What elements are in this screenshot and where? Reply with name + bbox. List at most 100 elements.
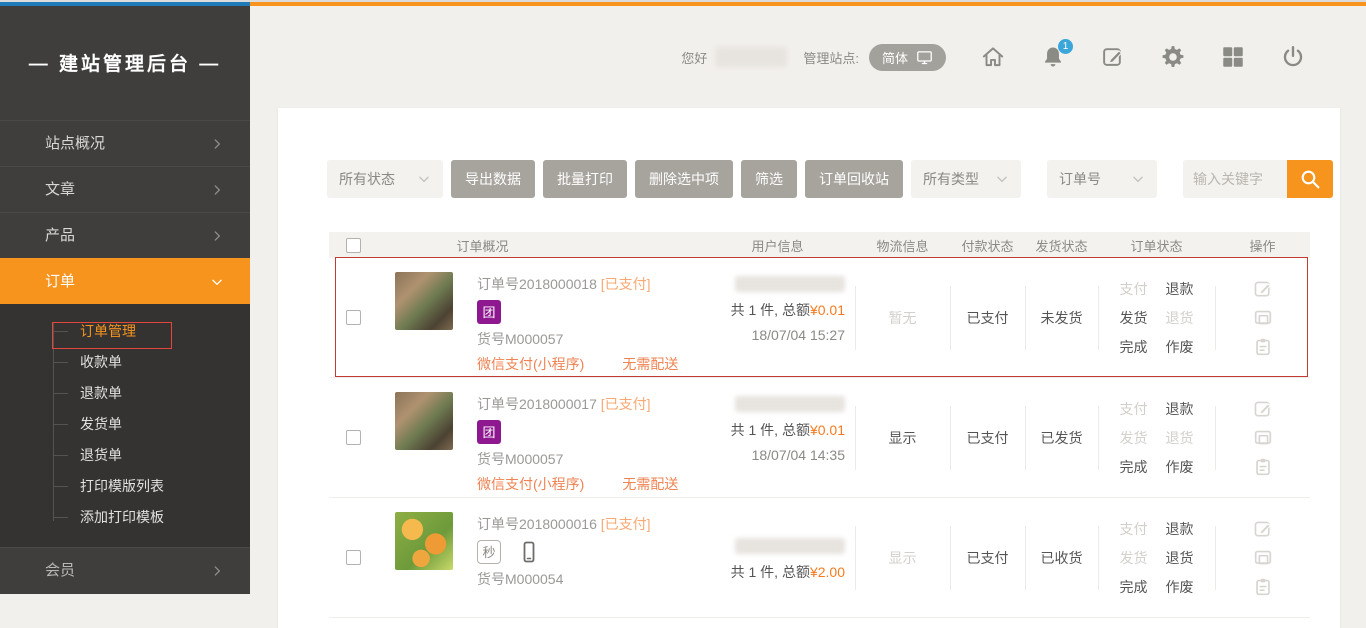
order-time: 18/07/04 14:35 (752, 443, 845, 468)
delivery-note: 无需配送 (622, 476, 678, 492)
home-icon[interactable] (980, 44, 1006, 70)
monitor-icon (916, 49, 933, 66)
submenu-item-return-orders[interactable]: 退货单 (0, 440, 250, 471)
search-field-dropdown[interactable]: 订单号 (1047, 160, 1157, 198)
submenu-item-refund-orders[interactable]: 退款单 (0, 378, 250, 409)
row-checkbox[interactable] (346, 550, 361, 565)
submenu-item-print-template-list[interactable]: 打印模版列表 (0, 471, 250, 502)
order-time: 18/07/04 15:27 (752, 323, 845, 348)
notifications-bell-icon[interactable]: 1 (1040, 44, 1066, 70)
sidebar-item-products[interactable]: 产品 (0, 212, 250, 258)
void-action[interactable]: 作废 (1166, 337, 1194, 357)
product-image (395, 512, 453, 570)
type-filter-dropdown[interactable]: 所有类型 (911, 160, 1021, 198)
chevron-right-icon (210, 183, 224, 197)
complete-action[interactable]: 完成 (1120, 337, 1148, 357)
col-header-actions: 操作 (1215, 236, 1310, 255)
status-filter-dropdown[interactable]: 所有状态 (327, 160, 443, 198)
delete-selected-button[interactable]: 删除选中项 (635, 160, 733, 198)
order-status-actions: 支付 退款 发货 退货 完成 作废 (1120, 519, 1194, 597)
sidebar-item-site-overview[interactable]: 站点概况 (0, 120, 250, 166)
shipping-status: 已发货 (1041, 428, 1083, 448)
row-checkbox[interactable] (346, 430, 361, 445)
print-order-icon[interactable] (1252, 547, 1274, 569)
pay-action: 支付 (1120, 519, 1148, 539)
filter-button[interactable]: 筛选 (741, 160, 797, 198)
copy-order-icon[interactable] (1252, 576, 1274, 598)
compose-edit-icon[interactable] (1100, 44, 1126, 70)
sidebar: — 建站管理后台 — 站点概况 文章 产品 订单 订单管理 (0, 6, 250, 594)
chevron-down-icon (417, 172, 431, 186)
flash-sale-badge: 秒 (477, 540, 501, 564)
order-recycle-bin-button[interactable]: 订单回收站 (805, 160, 903, 198)
search-icon (1298, 167, 1322, 191)
orders-table: 订单概况 用户信息 物流信息 付款状态 发货状态 订单状态 操作 订单号2018… (329, 232, 1310, 618)
submenu-item-order-management[interactable]: 订单管理 (0, 316, 250, 347)
chevron-down-icon (210, 275, 224, 289)
refund-action[interactable]: 退款 (1166, 399, 1194, 419)
logistics-info[interactable]: 显示 (889, 428, 917, 448)
select-all-checkbox[interactable] (346, 238, 361, 253)
language-switch-button[interactable]: 简体 (869, 44, 946, 71)
row-checkbox[interactable] (346, 310, 361, 325)
sidebar-item-members[interactable]: 会员 (0, 547, 250, 593)
orders-submenu: 订单管理 收款单 退款单 发货单 退货单 打印模版列表 添加打印模板 (0, 304, 250, 547)
keyword-search-input[interactable] (1183, 160, 1287, 198)
ship-action: 发货 (1120, 428, 1148, 448)
apps-grid-icon[interactable] (1220, 44, 1246, 70)
void-action[interactable]: 作废 (1166, 457, 1194, 477)
col-header-logistics: 物流信息 (855, 236, 950, 255)
shipping-status: 已收货 (1041, 548, 1083, 568)
submenu-item-receipts[interactable]: 收款单 (0, 347, 250, 378)
print-order-icon[interactable] (1252, 427, 1274, 449)
return-action: 退货 (1166, 428, 1194, 448)
paid-tag: [已支付] (601, 276, 651, 292)
edit-order-icon[interactable] (1252, 278, 1274, 300)
col-header-shipping-status: 发货状态 (1025, 236, 1098, 255)
sidebar-menu: 站点概况 文章 产品 订单 订单管理 收款单 退款单 (0, 120, 250, 593)
col-header-order-status: 订单状态 (1098, 236, 1215, 255)
submenu-item-shipping-orders[interactable]: 发货单 (0, 409, 250, 440)
order-summary: 共 1 件, 总额 (731, 564, 810, 580)
settings-gear-icon[interactable] (1160, 44, 1186, 70)
batch-print-button[interactable]: 批量打印 (543, 160, 627, 198)
refund-action[interactable]: 退款 (1166, 279, 1194, 299)
table-row: 订单号2018000017 [已支付] 团 货号M000057 微信支付(小程序… (329, 378, 1310, 498)
table-row: 订单号2018000016 [已支付] 秒 货号M000054 共 (329, 498, 1310, 618)
shipping-status: 未发货 (1041, 308, 1083, 328)
chevron-right-icon (210, 137, 224, 151)
payment-status: 已支付 (967, 308, 1009, 328)
export-data-button[interactable]: 导出数据 (451, 160, 535, 198)
customer-name-redacted (735, 396, 845, 412)
order-status-actions: 支付 退款 发货 退货 完成 作废 (1120, 279, 1194, 357)
order-amount: ¥2.00 (810, 564, 845, 580)
complete-action[interactable]: 完成 (1120, 457, 1148, 477)
power-logout-icon[interactable] (1280, 44, 1306, 70)
order-summary: 共 1 件, 总额 (731, 422, 810, 438)
edit-order-icon[interactable] (1252, 398, 1274, 420)
copy-order-icon[interactable] (1252, 336, 1274, 358)
delivery-note: 无需配送 (622, 356, 678, 372)
logistics-info: 显示 (889, 548, 917, 568)
copy-order-icon[interactable] (1252, 456, 1274, 478)
chevron-down-icon (1131, 172, 1145, 186)
payment-method: 微信支付(小程序) (477, 356, 584, 372)
col-header-payment-status: 付款状态 (950, 236, 1025, 255)
pay-action: 支付 (1120, 279, 1148, 299)
item-number: 货号M000054 (477, 567, 651, 592)
chevron-right-icon (210, 229, 224, 243)
table-row: 订单号2018000018 [已支付] 团 货号M000057 微信支付(小程序… (329, 258, 1310, 378)
pay-action: 支付 (1120, 399, 1148, 419)
search-button[interactable] (1287, 160, 1333, 198)
sidebar-item-articles[interactable]: 文章 (0, 166, 250, 212)
ship-action[interactable]: 发货 (1120, 308, 1148, 328)
submenu-item-add-print-template[interactable]: 添加打印模板 (0, 502, 250, 533)
print-order-icon[interactable] (1252, 307, 1274, 329)
refund-action[interactable]: 退款 (1166, 519, 1194, 539)
edit-order-icon[interactable] (1252, 518, 1274, 540)
return-action: 退货 (1166, 308, 1194, 328)
sidebar-item-orders[interactable]: 订单 (0, 258, 250, 304)
keyword-search (1183, 160, 1333, 198)
orders-panel: 所有状态 导出数据 批量打印 删除选中项 筛选 订单回收站 所有类型 订单号 (278, 108, 1340, 628)
return-action[interactable]: 退货 (1166, 548, 1194, 568)
